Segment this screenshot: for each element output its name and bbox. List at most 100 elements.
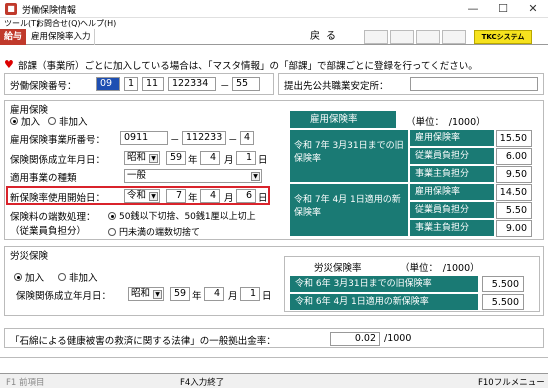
- business-type-select[interactable]: 一般 ▼: [124, 169, 262, 183]
- toolbar-button[interactable]: [364, 30, 388, 44]
- chevron-down-icon: ▼: [149, 192, 158, 201]
- office-number-1[interactable]: 0911: [120, 131, 168, 145]
- close-button[interactable]: ✕: [518, 0, 548, 18]
- row-total-label: 雇用保険率: [410, 184, 494, 201]
- employment-notjoin-label: 非加入: [59, 117, 88, 128]
- new-rate-date-label: 新保険率使用開始日：: [10, 193, 106, 204]
- emp-new-employer[interactable]: 9.00: [496, 220, 532, 237]
- heart-icon: ♥: [4, 58, 14, 71]
- tab-employment-rate[interactable]: 雇用保険率入力: [28, 29, 95, 45]
- acc-old-rate[interactable]: 5.500: [482, 276, 524, 292]
- new-rate-day[interactable]: 6: [236, 189, 256, 203]
- accident-join-label: 加入: [25, 273, 45, 284]
- new-rate-month[interactable]: 4: [200, 189, 220, 203]
- year-unit: 年: [188, 155, 198, 166]
- new-rate-year[interactable]: 7: [166, 189, 186, 203]
- emp-est-era-select[interactable]: 昭和 ▼: [124, 151, 160, 165]
- minimize-button[interactable]: —: [458, 0, 488, 18]
- accident-join-radio[interactable]: [14, 273, 22, 281]
- emp-new-employee[interactable]: 5.50: [496, 202, 532, 219]
- rounding-label: 保険料の端数処理：: [10, 212, 96, 223]
- toolbar-button[interactable]: [416, 30, 440, 44]
- emp-old-employee[interactable]: 6.00: [496, 148, 532, 165]
- acc-new-rate[interactable]: 5.500: [482, 294, 524, 310]
- emp-est-year[interactable]: 59: [166, 151, 186, 165]
- labor-number-1[interactable]: 09: [96, 77, 120, 91]
- asbestos-rate[interactable]: 0.02: [330, 332, 380, 346]
- accident-notjoin-label: 非加入: [69, 273, 98, 284]
- emp-est-date-label: 保険関係成立年月日：: [10, 155, 106, 166]
- rounding-option2-label: 円未満の端数切捨て: [119, 228, 201, 238]
- office-number-label: 雇用保険事業所番号：: [10, 135, 106, 146]
- acc-est-era-select[interactable]: 昭和 ▼: [128, 287, 164, 301]
- dash: －: [228, 135, 238, 146]
- emp-est-day[interactable]: 1: [236, 151, 256, 165]
- office-number-3[interactable]: 4: [240, 131, 254, 145]
- month-unit: 月: [228, 291, 238, 302]
- emp-old-total[interactable]: 15.50: [496, 130, 532, 147]
- function-key-bar: F1 前項目 F4入力終了 F10フルメニュー: [0, 373, 548, 388]
- month-unit: 月: [224, 193, 234, 204]
- chevron-down-icon: ▼: [149, 154, 158, 163]
- acc-est-month[interactable]: 4: [204, 287, 224, 301]
- labor-number-4[interactable]: 122334: [168, 77, 216, 91]
- day-unit: 日: [262, 291, 272, 302]
- f4-finish-input[interactable]: F4入力終了: [180, 376, 224, 388]
- back-button[interactable]: 戻る: [296, 30, 356, 44]
- employment-notjoin-radio[interactable]: [48, 117, 56, 125]
- menu-help[interactable]: ヘルプ(H): [80, 18, 116, 29]
- labor-number-label: 労働保険番号：: [10, 81, 77, 92]
- business-type-label: 適用事業の種類: [10, 173, 77, 184]
- labor-number-2[interactable]: 1: [124, 77, 138, 91]
- rounding-option2-radio[interactable]: [108, 228, 116, 236]
- asbestos-unit: /1000: [384, 333, 412, 344]
- labor-number-dash: －: [220, 81, 230, 92]
- message-bar: [0, 357, 548, 373]
- day-unit: 日: [258, 193, 268, 204]
- menu-inquiry[interactable]: お問合せ(Q): [36, 18, 81, 29]
- emp-new-rate-label: 令和 7年 4月 1日適用の新保険率: [290, 184, 408, 236]
- emp-new-total[interactable]: 14.50: [496, 184, 532, 201]
- office-number-2[interactable]: 112233: [182, 131, 226, 145]
- asbestos-label: 「石綿による健康被害の救済に関する法律」の一般拠出金率：: [10, 336, 276, 347]
- acc-rate-unit: （単位： /1000）: [400, 263, 480, 274]
- tkc-qa-button[interactable]: TKCシステムQ&A: [474, 30, 532, 53]
- menu-bar: ツール(T) お問合せ(Q) ヘルプ(H): [0, 18, 548, 29]
- emp-est-month[interactable]: 4: [200, 151, 220, 165]
- labor-number-5[interactable]: 55: [232, 77, 260, 91]
- submit-office-label: 提出先公共職業安定所：: [284, 81, 389, 92]
- emp-old-employer[interactable]: 9.50: [496, 166, 532, 183]
- row-employee-label: 従業員負担分: [410, 148, 494, 165]
- emp-rate-title: 雇用保険率: [290, 111, 396, 128]
- f1-prev-item[interactable]: F1 前項目: [6, 376, 45, 388]
- acc-new-rate-label: 令和 6年 4月 1日適用の新保険率: [290, 294, 478, 311]
- toolbar: 給与 雇用保険率入力 戻る TKCシステムQ&A: [0, 29, 548, 53]
- acc-est-day[interactable]: 1: [240, 287, 260, 301]
- title-bar: ■ 労働保険情報 — ☐ ✕: [0, 0, 548, 18]
- emp-est-era-value: 昭和: [127, 152, 147, 163]
- row-employee-label: 従業員負担分: [410, 202, 494, 219]
- acc-est-year[interactable]: 59: [170, 287, 190, 301]
- maximize-button[interactable]: ☐: [488, 0, 518, 18]
- rounding-option1-radio[interactable]: [108, 212, 116, 220]
- f10-full-menu[interactable]: F10フルメニュー: [478, 376, 545, 388]
- toolbar-button[interactable]: [390, 30, 414, 44]
- accident-insurance-title: 労災保険: [10, 251, 49, 262]
- acc-rate-title: 労災保険率: [314, 263, 362, 274]
- accident-notjoin-radio[interactable]: [58, 273, 66, 281]
- window-title: 労働保険情報: [22, 6, 77, 16]
- labor-number-3[interactable]: 11: [142, 77, 164, 91]
- emp-old-rate-label: 令和 7年 3月31日までの旧保険率: [290, 130, 408, 182]
- acc-old-rate-label: 令和 6年 3月31日までの旧保険率: [290, 276, 478, 293]
- new-rate-era-select[interactable]: 令和 ▼: [124, 189, 160, 203]
- tab-kyuyo[interactable]: 給与: [0, 29, 26, 45]
- employment-join-label: 加入: [21, 117, 41, 128]
- row-employer-label: 事業主負担分: [410, 166, 494, 183]
- toolbar-button[interactable]: [442, 30, 466, 44]
- menu-tools[interactable]: ツール(T): [4, 18, 39, 29]
- employment-join-radio[interactable]: [10, 117, 18, 125]
- submit-office-input[interactable]: [410, 77, 538, 91]
- chevron-down-icon: ▼: [251, 172, 260, 181]
- dash: －: [170, 135, 180, 146]
- year-unit: 年: [188, 193, 198, 204]
